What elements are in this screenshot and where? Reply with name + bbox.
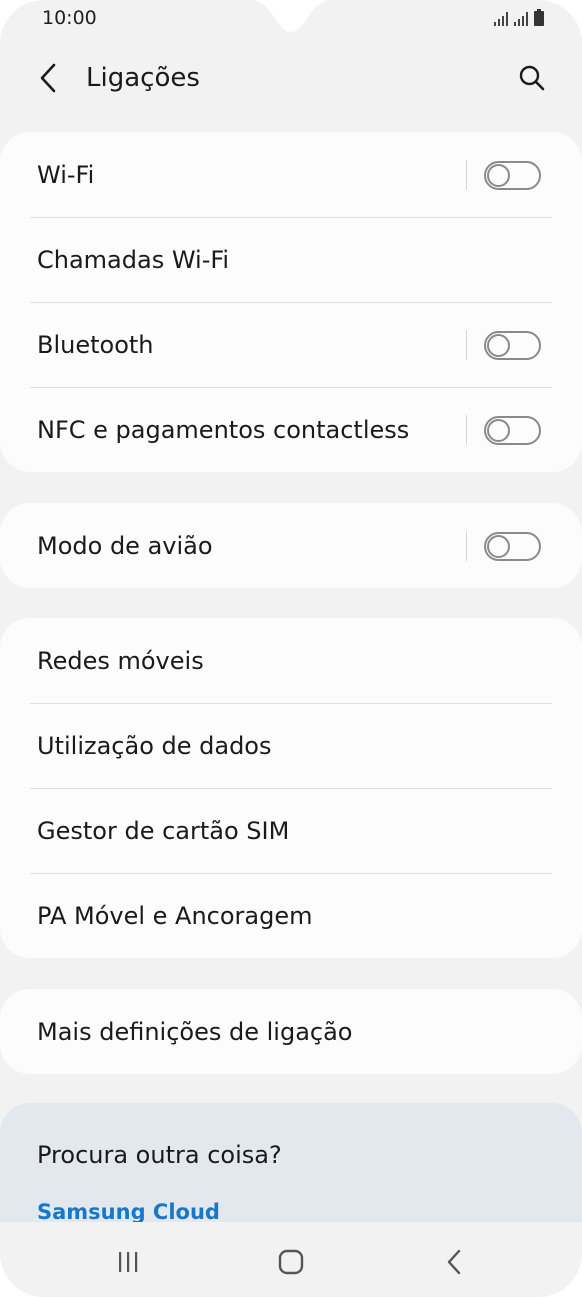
settings-group-connections: Wi-Fi Chamadas Wi-Fi Bluetooth NFC e pag… — [0, 132, 582, 472]
row-separator — [466, 531, 467, 561]
setting-label: Gestor de cartão SIM — [37, 816, 290, 845]
phone-screen: 10:00 Ligações Wi-Fi Chamadas Wi-Fi Blue… — [0, 0, 582, 1297]
battery-icon — [534, 9, 544, 26]
setting-label: PA Móvel e Ancoragem — [37, 901, 313, 930]
setting-row-mobile-networks[interactable]: Redes móveis — [0, 618, 582, 703]
navigation-bar — [0, 1222, 582, 1297]
toggle-knob — [487, 535, 510, 558]
status-time: 10:00 — [42, 7, 97, 29]
settings-group-mobile: Redes móveis Utilização de dados Gestor … — [0, 618, 582, 958]
wifi-toggle[interactable] — [484, 161, 541, 190]
search-icon — [519, 65, 545, 91]
recent-apps-button[interactable] — [98, 1242, 158, 1282]
setting-row-data-usage[interactable]: Utilização de dados — [0, 703, 582, 788]
status-bar: 10:00 — [0, 0, 582, 36]
settings-group-airplane: Modo de avião — [0, 503, 582, 588]
status-icons — [494, 8, 544, 26]
chevron-left-icon — [40, 63, 56, 93]
setting-label: Mais definições de ligação — [37, 1017, 353, 1046]
toggle-knob — [487, 164, 510, 187]
back-nav-button[interactable] — [424, 1242, 484, 1282]
signal-icon — [494, 12, 508, 26]
setting-label: Utilização de dados — [37, 731, 272, 760]
setting-label: Redes móveis — [37, 646, 204, 675]
setting-row-sim-manager[interactable]: Gestor de cartão SIM — [0, 788, 582, 873]
home-icon — [278, 1249, 304, 1275]
setting-row-wifi-calling[interactable]: Chamadas Wi-Fi — [0, 217, 582, 302]
row-separator — [466, 330, 467, 360]
setting-row-bluetooth[interactable]: Bluetooth — [0, 302, 582, 387]
airplane-mode-toggle[interactable] — [484, 532, 541, 561]
setting-label: Chamadas Wi-Fi — [37, 245, 230, 274]
page-title: Ligações — [86, 63, 200, 93]
suggestion-link[interactable]: Samsung Cloud — [37, 1200, 220, 1224]
back-icon — [447, 1249, 461, 1275]
nfc-toggle[interactable] — [484, 416, 541, 445]
signal-icon — [514, 12, 528, 26]
setting-label: Modo de avião — [37, 531, 213, 560]
setting-label: Bluetooth — [37, 330, 154, 359]
setting-row-airplane-mode[interactable]: Modo de avião — [0, 503, 582, 588]
setting-row-nfc[interactable]: NFC e pagamentos contactless — [0, 387, 582, 472]
toggle-knob — [487, 419, 510, 442]
suggestions-title: Procura outra coisa? — [37, 1141, 282, 1169]
row-separator — [466, 160, 467, 190]
setting-row-hotspot[interactable]: PA Móvel e Ancoragem — [0, 873, 582, 958]
setting-label: NFC e pagamentos contactless — [37, 415, 410, 444]
home-button[interactable] — [261, 1242, 321, 1282]
recent-apps-icon — [119, 1252, 138, 1272]
setting-row-wifi[interactable]: Wi-Fi — [0, 132, 582, 217]
toggle-knob — [487, 334, 510, 357]
back-button[interactable] — [30, 58, 66, 98]
search-button[interactable] — [512, 58, 552, 98]
settings-group-more: Mais definições de ligação — [0, 989, 582, 1074]
row-separator — [466, 415, 467, 445]
app-bar: Ligações — [0, 44, 582, 114]
setting-label: Wi-Fi — [37, 160, 95, 189]
setting-row-more-connection[interactable]: Mais definições de ligação — [0, 989, 582, 1074]
bluetooth-toggle[interactable] — [484, 331, 541, 360]
